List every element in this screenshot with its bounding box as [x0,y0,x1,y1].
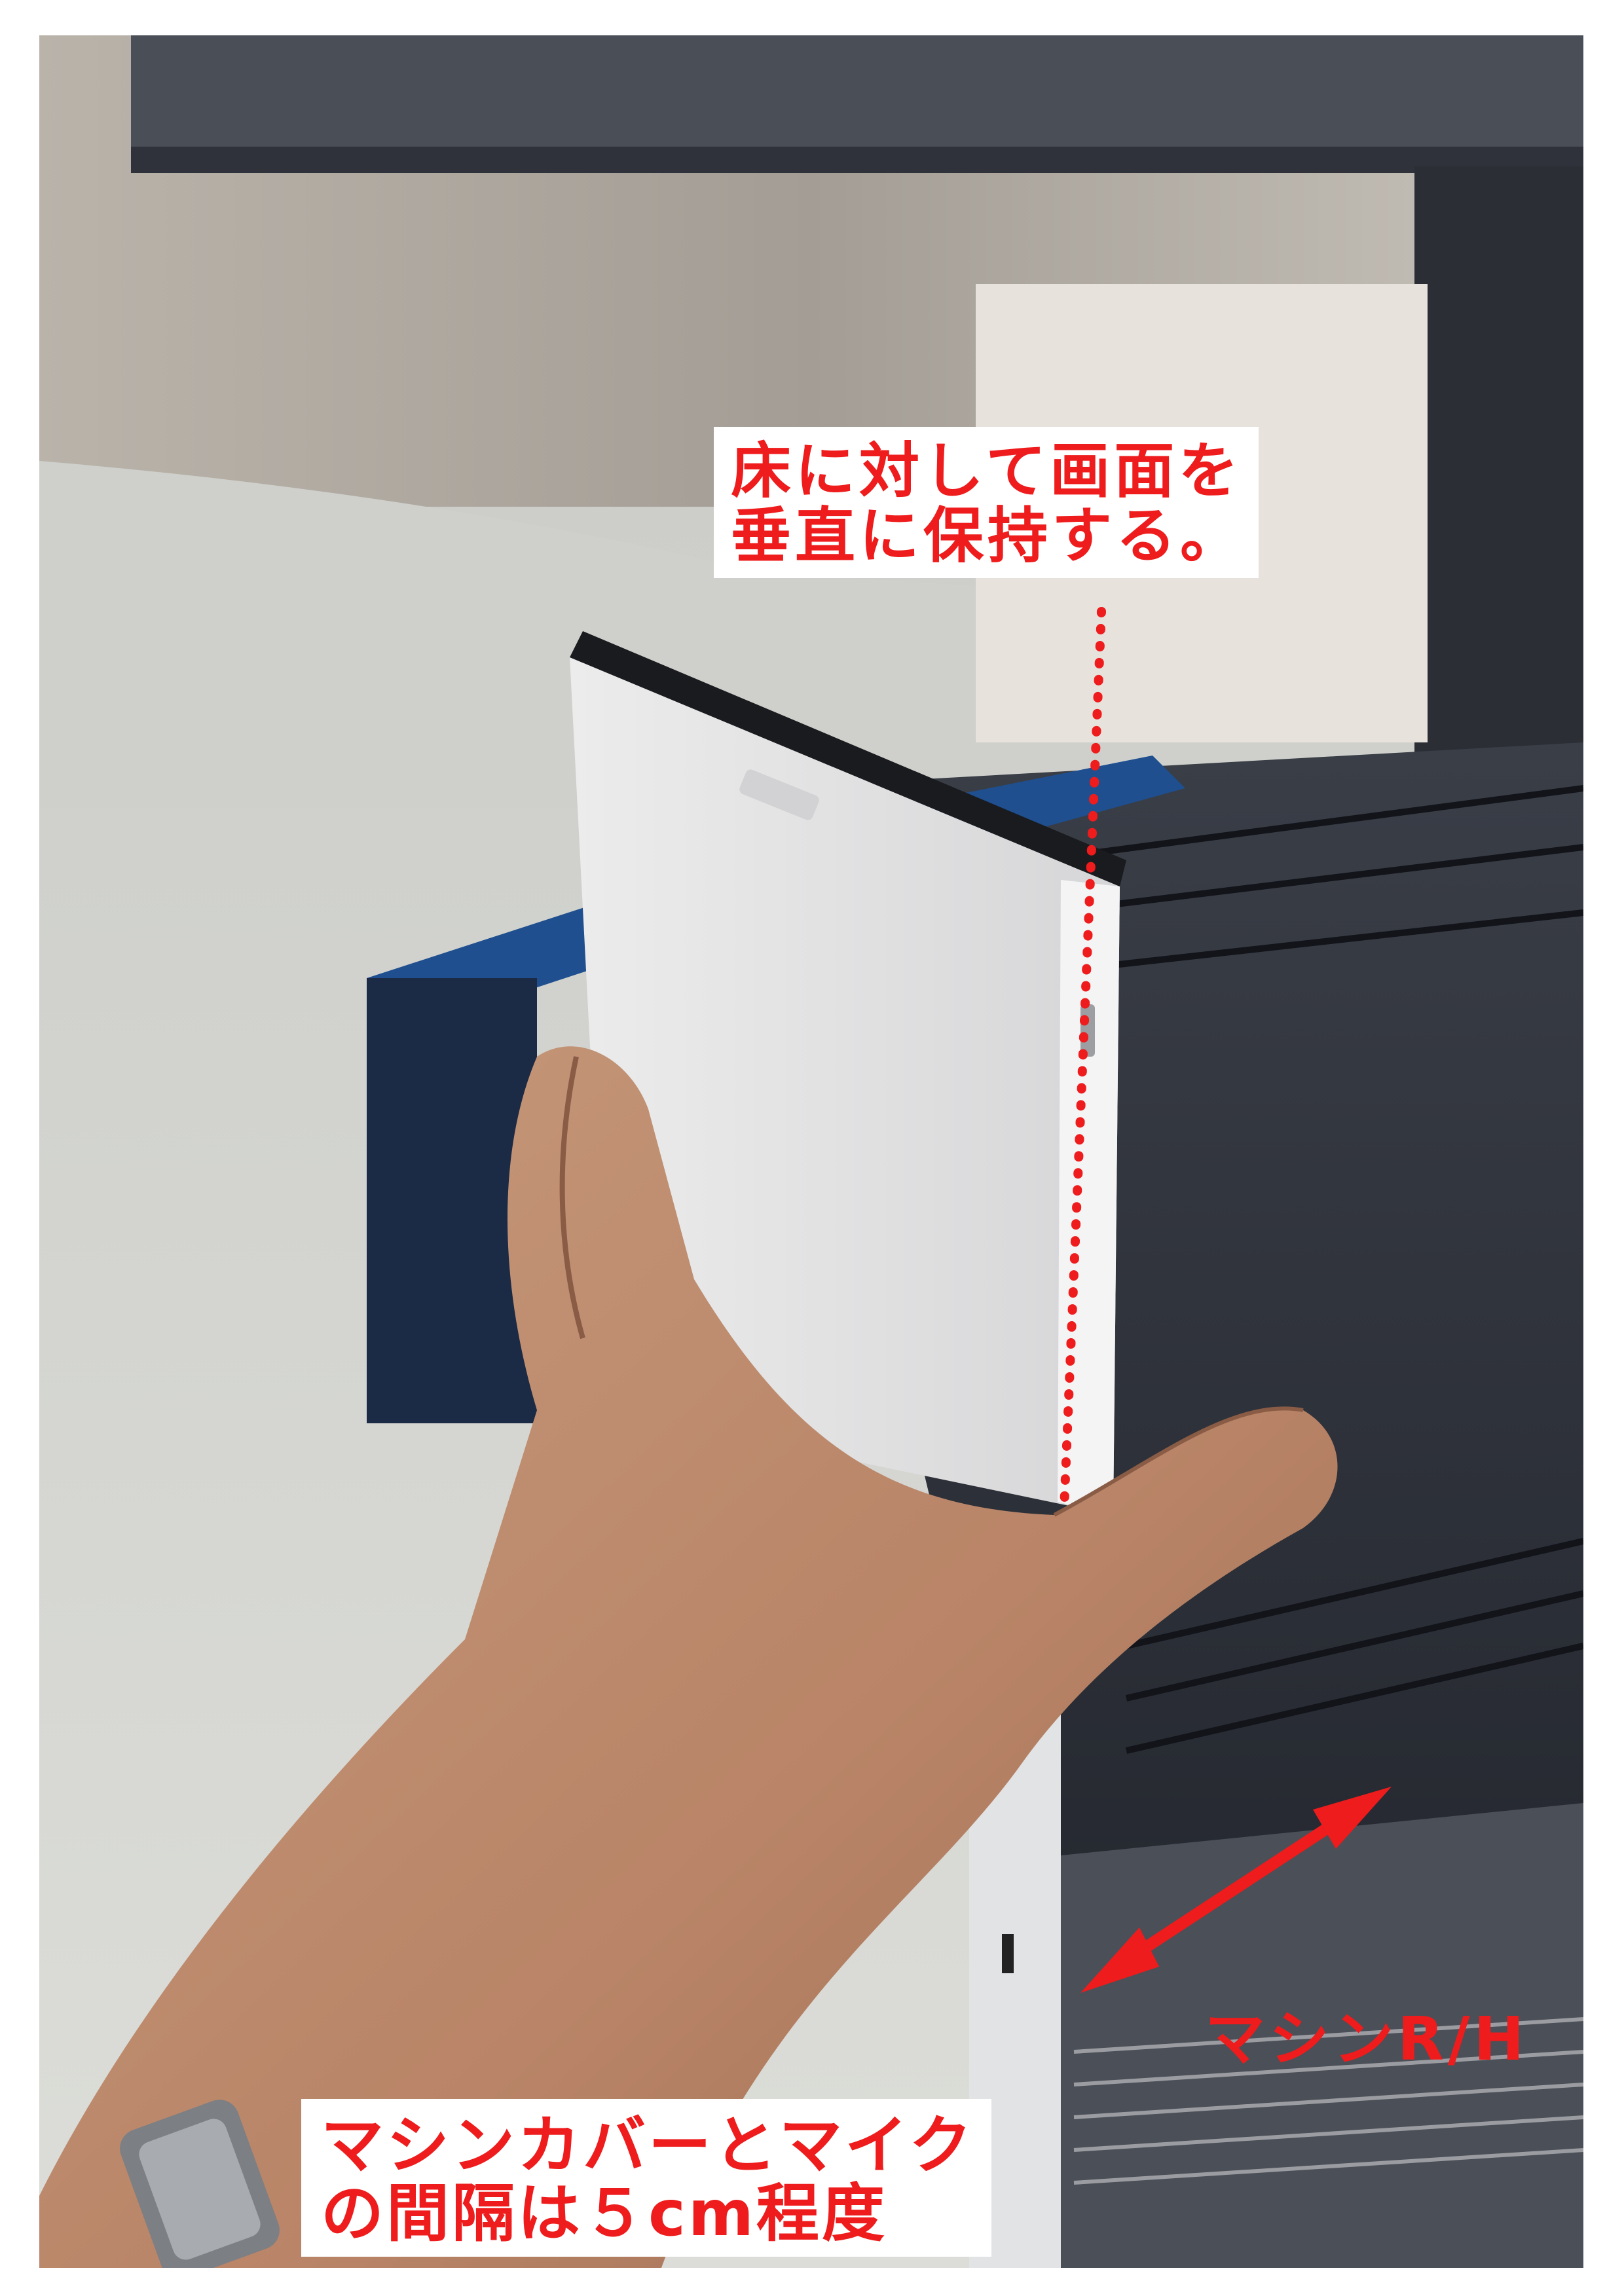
device-side-button [1080,1004,1095,1057]
photo [38,34,1585,2269]
machine-label: マシンR/H [1205,2004,1528,2074]
machine-right-frame [1414,166,1583,788]
device-side [1058,880,1120,1515]
scene-illustration [39,35,1583,2268]
bottom-note: マシンカバーとマイク の間隔は５cm程度 [301,2099,992,2257]
top-note: 床に対して画面を 垂直に保持する。 [714,427,1259,578]
